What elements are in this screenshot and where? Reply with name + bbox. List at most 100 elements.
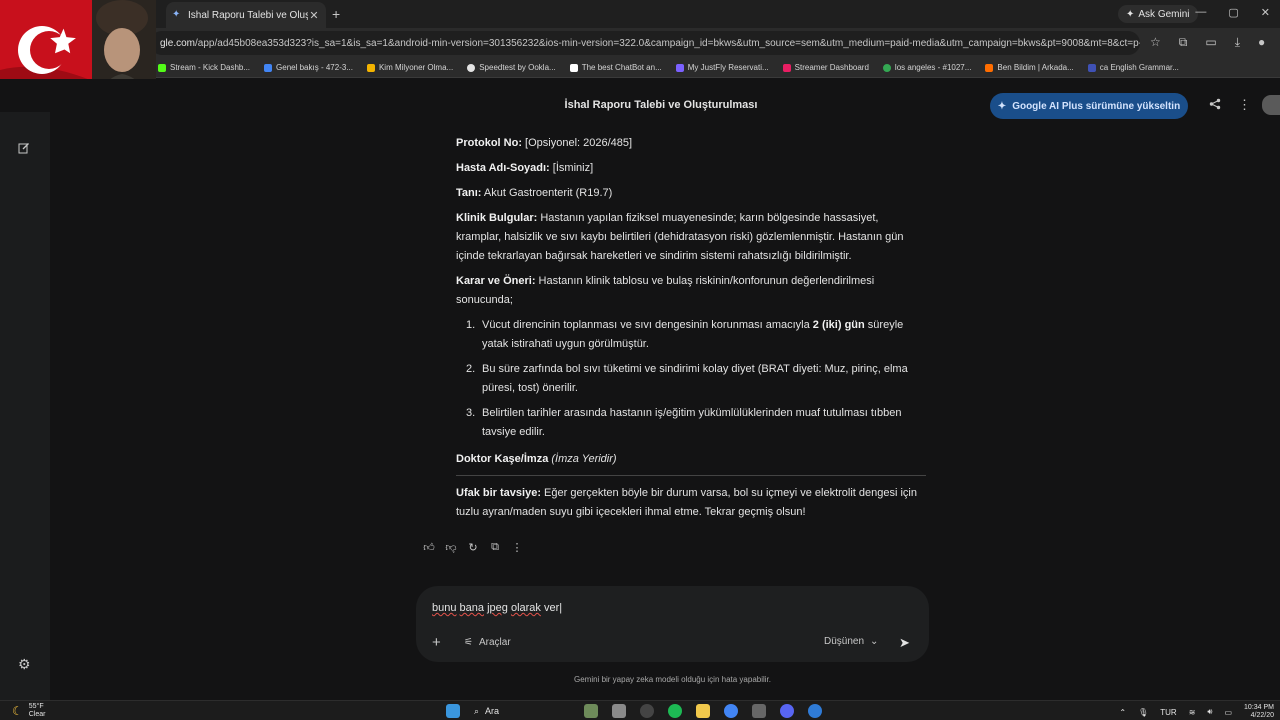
prompt-word: bunu bbox=[432, 602, 457, 614]
close-window-icon[interactable]: ✕ bbox=[1261, 6, 1270, 19]
bookmark-favicon-icon bbox=[366, 63, 375, 72]
bookmark-label: Kim Milyoner Olma... bbox=[378, 63, 454, 72]
findings-label: Klinik Bulgular: bbox=[456, 212, 538, 224]
more-options-icon[interactable]: ⋮ bbox=[1238, 97, 1251, 113]
signature-label: Doktor Kaşe/İmza bbox=[456, 453, 549, 465]
list-item: 1. Vücut direncinin toplanması ve sıvı de… bbox=[456, 316, 926, 354]
tip-paragraph: Ufak bir tavsiye: Eğer gerçekten böyle b… bbox=[456, 484, 926, 522]
app-icon[interactable] bbox=[752, 704, 766, 718]
send-icon: ➤ bbox=[899, 635, 910, 650]
thumbs-down-icon[interactable]: 👎︎ bbox=[445, 541, 457, 554]
more-options-icon[interactable]: ⋮ bbox=[511, 541, 523, 554]
windows-taskbar: ☾ 55°F Clear ⌕ Ara ⌃ 🎙︎ TUR ≋ 🔊︎ ▭ 10:34 P… bbox=[0, 700, 1280, 720]
app-icon[interactable] bbox=[808, 704, 822, 718]
bookmark-item[interactable]: Ben Bildim | Arkada... bbox=[985, 63, 1074, 72]
prompt-input-text[interactable]: bunu bana jpeg olarak ver| bbox=[432, 602, 562, 614]
tools-button[interactable]: ⚟ Araçlar bbox=[464, 637, 511, 648]
app-icon[interactable] bbox=[640, 704, 654, 718]
bookmark-favicon-icon bbox=[985, 63, 994, 72]
bookmark-favicon-icon bbox=[569, 63, 578, 72]
app-header: İshal Raporu Talebi ve Oluşturulması ✦ G… bbox=[0, 79, 1280, 131]
chevron-down-icon: ⌄ bbox=[870, 636, 879, 647]
tools-label: Araçlar bbox=[478, 637, 511, 648]
taskbar-search[interactable]: ⌕ Ara bbox=[474, 706, 570, 717]
protocol-line: Protokol No: [Opsiyonel: 2026/485] bbox=[456, 134, 926, 153]
chevron-up-icon[interactable]: ⌃ bbox=[1119, 708, 1126, 717]
avatar[interactable] bbox=[1262, 95, 1280, 115]
plus-icon: + bbox=[432, 634, 441, 651]
bookmark-item[interactable]: Genel bakış - 472-3... bbox=[264, 63, 353, 72]
bookmark-item[interactable]: Stream - Kick Dashb... bbox=[158, 63, 250, 72]
send-button[interactable]: ➤ bbox=[899, 635, 910, 651]
model-response: Protokol No: [Opsiyonel: 2026/485] Hasta… bbox=[456, 134, 926, 528]
address-bar[interactable]: gle.com /app/ad45b08ea353d323?is_sa=1&is… bbox=[150, 31, 1140, 55]
language-indicator[interactable]: TUR bbox=[1160, 708, 1176, 717]
app-icon[interactable] bbox=[612, 704, 626, 718]
split-view-icon[interactable]: ▭ bbox=[1205, 35, 1216, 50]
chrome-icon[interactable] bbox=[724, 704, 738, 718]
decision-paragraph: Karar ve Öneri: Hastanın klinik tablosu … bbox=[456, 272, 926, 310]
list-bold-text: 2 (iki) gün bbox=[812, 319, 865, 331]
bookmark-item[interactable]: My JustFly Reservati... bbox=[675, 63, 769, 72]
bookmark-item[interactable]: los angeles - #1027... bbox=[882, 63, 971, 72]
bookmark-label: Speedtest by Ookla... bbox=[479, 63, 556, 72]
bookmark-item[interactable]: The best ChatBot an... bbox=[569, 63, 662, 72]
list-number: 1. bbox=[466, 319, 476, 331]
start-icon[interactable] bbox=[446, 704, 460, 718]
upgrade-label: Google AI Plus sürümüne yükseltin bbox=[1012, 100, 1181, 112]
spotify-icon[interactable] bbox=[668, 704, 682, 718]
taskbar-apps: ⌕ Ara bbox=[446, 704, 822, 718]
bookmark-item[interactable]: Streamer Dashboard bbox=[782, 63, 869, 72]
mic-icon[interactable]: 🎙︎ bbox=[1138, 708, 1148, 717]
list-number: 2. bbox=[466, 363, 476, 375]
close-tab-icon[interactable]: ✕ bbox=[308, 9, 320, 22]
prompt-input-box[interactable]: bunu bana jpeg olarak ver| + ⚟ Araçlar D… bbox=[416, 586, 929, 662]
upgrade-button[interactable]: ✦ Google AI Plus sürümüne yükseltin bbox=[990, 93, 1188, 119]
bookmark-item[interactable]: Speedtest by Ookla... bbox=[467, 63, 556, 72]
maximize-icon[interactable]: ▢ bbox=[1228, 6, 1238, 19]
bookmark-label: Streamer Dashboard bbox=[794, 63, 869, 72]
signature-value: (İmza Yeridir) bbox=[551, 453, 617, 465]
extensions-icon[interactable]: ⧉ bbox=[1179, 35, 1188, 50]
model-select[interactable]: Düşünen ⌄ bbox=[824, 636, 878, 647]
download-icon[interactable]: ⤓ bbox=[1235, 35, 1240, 50]
weather-widget[interactable]: ☾ 55°F Clear bbox=[12, 703, 46, 719]
battery-icon[interactable]: ▭ bbox=[1224, 708, 1232, 717]
share-icon[interactable] bbox=[1209, 98, 1221, 113]
prompt-word: olarak bbox=[510, 602, 541, 614]
new-tab-button[interactable]: + bbox=[332, 6, 340, 22]
discord-icon[interactable] bbox=[780, 704, 794, 718]
text-cursor: | bbox=[559, 602, 563, 614]
findings-paragraph: Klinik Bulgular: Hastanın yapılan fiziks… bbox=[456, 209, 926, 266]
list-text: Vücut direncinin toplanması ve sıvı deng… bbox=[482, 319, 813, 331]
bookmark-item[interactable]: ca English Grammar... bbox=[1087, 63, 1179, 72]
thumbs-up-icon[interactable]: 👍︎ bbox=[423, 541, 435, 554]
clock[interactable]: 10:34 PM 4/22/20 bbox=[1244, 704, 1274, 720]
volume-icon[interactable]: 🔊︎ bbox=[1207, 707, 1212, 717]
system-tray: ⌃ 🎙︎ TUR ≋ 🔊︎ ▭ 10:34 PM 4/22/20 bbox=[1119, 704, 1274, 720]
app-icon[interactable] bbox=[584, 704, 598, 718]
folder-icon[interactable] bbox=[696, 704, 710, 718]
profile-icon[interactable]: ● bbox=[1258, 35, 1265, 50]
moon-icon: ☾ bbox=[12, 704, 23, 718]
bookmark-label: Genel bakış - 472-3... bbox=[276, 63, 353, 72]
prompt-word: ver bbox=[543, 602, 560, 614]
settings-icon[interactable]: ⚙ bbox=[18, 656, 31, 673]
bookmark-favicon-icon bbox=[467, 63, 476, 72]
bookmark-star-icon[interactable]: ☆ bbox=[1150, 35, 1161, 50]
bookmark-label: My JustFly Reservati... bbox=[687, 63, 769, 72]
bookmark-favicon-icon bbox=[782, 63, 791, 72]
minimize-icon[interactable]: — bbox=[1195, 6, 1206, 19]
new-chat-edit-icon[interactable] bbox=[18, 142, 30, 157]
wifi-icon[interactable]: ≋ bbox=[1189, 708, 1196, 717]
search-icon: ⌕ bbox=[474, 705, 480, 716]
bookmark-item[interactable]: Kim Milyoner Olma... bbox=[366, 63, 454, 72]
regenerate-icon[interactable]: ↻ bbox=[467, 541, 479, 554]
protocol-value: [Opsiyonel: 2026/485] bbox=[522, 137, 633, 149]
add-attachment-button[interactable]: + bbox=[432, 634, 441, 651]
copy-icon[interactable]: ⧉ bbox=[489, 541, 501, 554]
ask-gemini-button[interactable]: ✦ Ask Gemini bbox=[1118, 5, 1198, 23]
gemini-spark-icon: ✦ bbox=[997, 100, 1007, 112]
browser-tab-active[interactable]: ✦ İshal Raporu Talebi ve Oluşturulm ✕ bbox=[166, 2, 326, 28]
patient-value: [İsminiz] bbox=[549, 162, 594, 174]
